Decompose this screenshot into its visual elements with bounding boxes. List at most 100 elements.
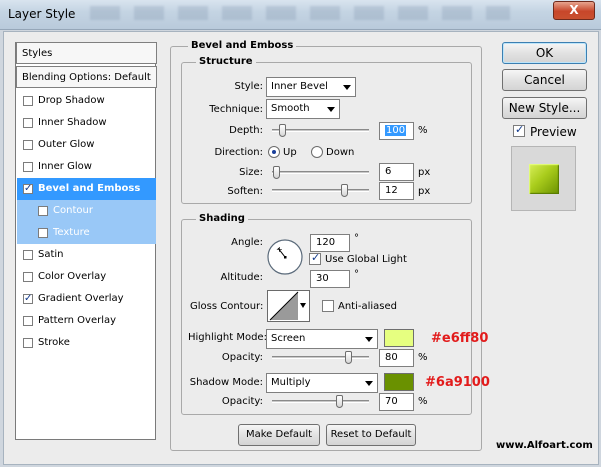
- highlight-opacity-value: 80: [385, 352, 398, 363]
- style-item-bevel-emboss[interactable]: Bevel and Emboss: [17, 178, 156, 200]
- checkbox[interactable]: [23, 162, 33, 172]
- checkbox[interactable]: [23, 178, 33, 200]
- shadow-opacity-input[interactable]: 70: [379, 393, 414, 411]
- angle-dial[interactable]: +: [266, 238, 304, 276]
- shadow-mode-select[interactable]: Multiply: [266, 373, 378, 393]
- direction-label: Direction:: [214, 147, 263, 158]
- direction-up-radio[interactable]: [268, 146, 280, 158]
- checkbox[interactable]: [38, 228, 48, 238]
- style-item-pattern-overlay[interactable]: Pattern Overlay: [17, 310, 156, 332]
- altitude-input[interactable]: 30: [310, 270, 350, 288]
- size-input[interactable]: 6: [379, 163, 414, 181]
- background-menu-blur: [90, 6, 510, 20]
- highlight-color-swatch[interactable]: [384, 329, 414, 347]
- direction-down-radio[interactable]: [311, 146, 323, 158]
- ok-button[interactable]: OK: [502, 42, 587, 64]
- soften-label: Soften:: [227, 186, 263, 197]
- blending-options[interactable]: Blending Options: Default: [16, 66, 157, 88]
- use-global-light-label: Use Global Light: [325, 254, 407, 265]
- checkbox[interactable]: [23, 338, 33, 348]
- new-style-button[interactable]: New Style...: [502, 97, 587, 119]
- checkbox[interactable]: [23, 96, 33, 106]
- make-default-button[interactable]: Make Default: [238, 424, 320, 446]
- depth-input[interactable]: 100: [379, 122, 414, 140]
- close-button[interactable]: X: [553, 1, 595, 20]
- style-item-inner-shadow[interactable]: Inner Shadow: [17, 112, 156, 134]
- highlight-opacity-track[interactable]: [272, 356, 369, 359]
- checkbox[interactable]: [38, 206, 48, 216]
- blending-options-label: Blending Options: Default: [22, 72, 151, 83]
- direction-up-label: Up: [283, 147, 297, 158]
- reset-to-default-button[interactable]: Reset to Default: [326, 424, 416, 446]
- style-label: Style:: [234, 81, 264, 92]
- style-item-inner-glow[interactable]: Inner Glow: [17, 156, 156, 178]
- technique-label: Technique:: [209, 104, 263, 115]
- soften-input[interactable]: 12: [379, 182, 414, 200]
- style-item-outer-glow[interactable]: Outer Glow: [17, 134, 156, 156]
- highlight-mode-select[interactable]: Screen: [266, 329, 378, 349]
- checkbox[interactable]: [23, 118, 33, 128]
- highlight-mode-label: Highlight Mode:: [188, 332, 267, 343]
- chevron-down-icon: [365, 381, 373, 386]
- highlight-mode-value: Screen: [271, 333, 306, 344]
- style-item-label: Inner Glow: [38, 161, 92, 172]
- shading-title: Shading: [196, 213, 248, 224]
- style-item-stroke[interactable]: Stroke: [17, 332, 156, 354]
- depth-value: 100: [385, 125, 407, 136]
- style-item-label: Pattern Overlay: [38, 315, 117, 326]
- shadow-opacity-value: 70: [385, 396, 398, 407]
- anti-aliased-checkbox[interactable]: [322, 300, 334, 312]
- style-item-label: Gradient Overlay: [38, 293, 124, 304]
- style-item-label: Inner Shadow: [38, 117, 107, 128]
- styles-header[interactable]: Styles: [16, 42, 157, 64]
- style-item-label: Color Overlay: [38, 271, 107, 282]
- cancel-button[interactable]: Cancel: [502, 69, 587, 91]
- watermark: www.Alfoart.com: [496, 440, 593, 451]
- style-item-texture[interactable]: Texture: [17, 222, 156, 244]
- technique-select-value: Smooth: [271, 103, 310, 114]
- styles-header-label: Styles: [22, 48, 53, 59]
- highlight-opacity-thumb[interactable]: [345, 351, 352, 364]
- soften-slider-track[interactable]: [272, 189, 369, 192]
- style-item-contour[interactable]: Contour: [17, 200, 156, 222]
- angle-label: Angle:: [231, 237, 263, 248]
- direction-down-label: Down: [326, 147, 355, 158]
- preview-swatch: [529, 164, 559, 194]
- shadow-opacity-track[interactable]: [272, 400, 369, 403]
- gloss-contour-picker[interactable]: [267, 290, 310, 322]
- use-global-light-checkbox[interactable]: [309, 251, 321, 265]
- style-item-satin[interactable]: Satin: [17, 244, 156, 266]
- shadow-opacity-thumb[interactable]: [336, 395, 343, 408]
- highlight-opacity-unit: %: [418, 352, 428, 363]
- depth-slider-thumb[interactable]: [279, 124, 286, 137]
- chevron-down-icon: [365, 337, 373, 342]
- highlight-opacity-input[interactable]: 80: [379, 349, 414, 367]
- style-item-label: Stroke: [38, 337, 70, 348]
- checkbox[interactable]: [23, 140, 33, 150]
- technique-select[interactable]: Smooth: [266, 99, 340, 119]
- size-slider-thumb[interactable]: [273, 166, 280, 179]
- shadow-color-swatch[interactable]: [384, 373, 414, 391]
- style-item-label: Drop Shadow: [38, 95, 105, 106]
- angle-dial-center: [284, 256, 287, 259]
- style-item-label: Contour: [53, 205, 93, 216]
- chevron-down-icon: [343, 85, 351, 90]
- depth-slider-track[interactable]: [272, 129, 369, 132]
- checkbox[interactable]: [23, 316, 33, 326]
- checkbox[interactable]: [23, 250, 33, 260]
- soften-slider-thumb[interactable]: [341, 184, 348, 197]
- depth-unit: %: [418, 125, 428, 136]
- contour-linear-icon: [269, 291, 299, 321]
- angle-input[interactable]: 120: [310, 234, 350, 252]
- gloss-contour-label: Gloss Contour:: [190, 301, 264, 312]
- altitude-value: 30: [316, 273, 329, 284]
- preview-checkbox[interactable]: [513, 123, 525, 137]
- style-item-drop-shadow[interactable]: Drop Shadow: [17, 90, 156, 112]
- checkbox[interactable]: [23, 288, 33, 310]
- style-select[interactable]: Inner Bevel: [266, 77, 356, 97]
- shadow-mode-label: Shadow Mode:: [189, 377, 263, 388]
- checkbox[interactable]: [23, 272, 33, 282]
- style-item-color-overlay[interactable]: Color Overlay: [17, 266, 156, 288]
- size-slider-track[interactable]: [272, 171, 369, 174]
- style-item-gradient-overlay[interactable]: Gradient Overlay: [17, 288, 156, 310]
